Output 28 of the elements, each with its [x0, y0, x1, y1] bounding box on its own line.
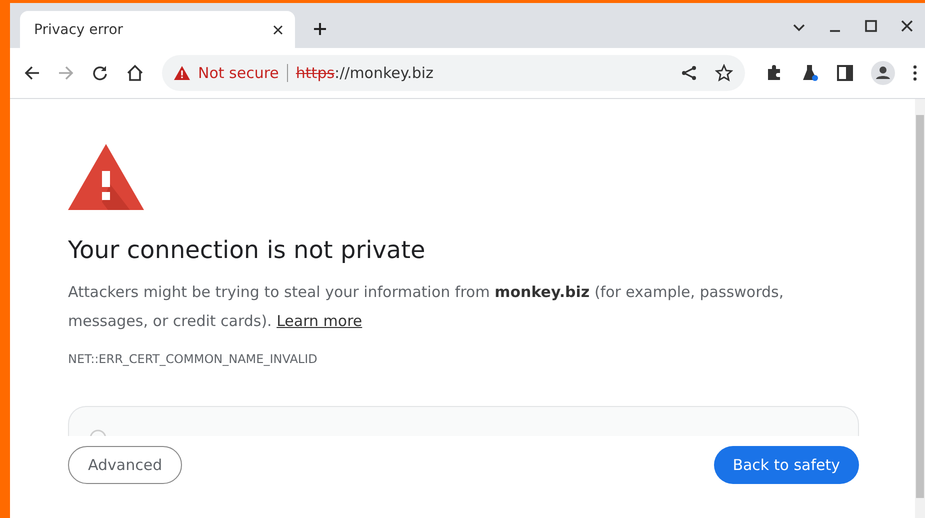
profile-icon[interactable]	[871, 61, 895, 85]
puzzle-icon[interactable]	[765, 64, 783, 82]
security-label[interactable]: Not secure	[198, 64, 279, 82]
chevron-down-icon[interactable]	[793, 24, 805, 32]
learn-more-link[interactable]: Learn more	[276, 312, 362, 330]
share-icon[interactable]	[681, 65, 697, 81]
close-icon[interactable]	[273, 24, 283, 34]
warning-icon[interactable]	[174, 66, 190, 80]
home-icon[interactable]	[126, 64, 144, 82]
flask-icon[interactable]	[801, 64, 819, 82]
new-tab-icon[interactable]	[313, 22, 327, 36]
side-panel-icon[interactable]	[837, 65, 853, 81]
browser-tab[interactable]: Privacy error	[20, 11, 295, 48]
error-code: NET::ERR_CERT_COMMON_NAME_INVALID	[68, 352, 318, 366]
advanced-button[interactable]: Advanced	[68, 446, 182, 484]
warning-icon	[68, 144, 144, 210]
star-icon[interactable]	[715, 64, 733, 82]
error-message: Attackers might be trying to steal your information from monkey.biz (for example, passwords, messages, or credit cards). Learn more	[68, 282, 785, 332]
menu-icon[interactable]	[913, 65, 917, 81]
back-to-safety-button[interactable]: Back to safety	[714, 446, 859, 484]
heading: Your connection is not private	[68, 236, 426, 264]
scrollbar[interactable]	[915, 99, 925, 518]
address-bar[interactable]: Not secure https://monkey.biz	[162, 55, 745, 91]
reload-icon[interactable]	[92, 65, 108, 81]
url-text: https://monkey.biz	[296, 64, 434, 82]
maximize-icon[interactable]	[865, 20, 877, 32]
back-icon[interactable]	[24, 65, 40, 81]
close-icon[interactable]	[901, 20, 913, 32]
